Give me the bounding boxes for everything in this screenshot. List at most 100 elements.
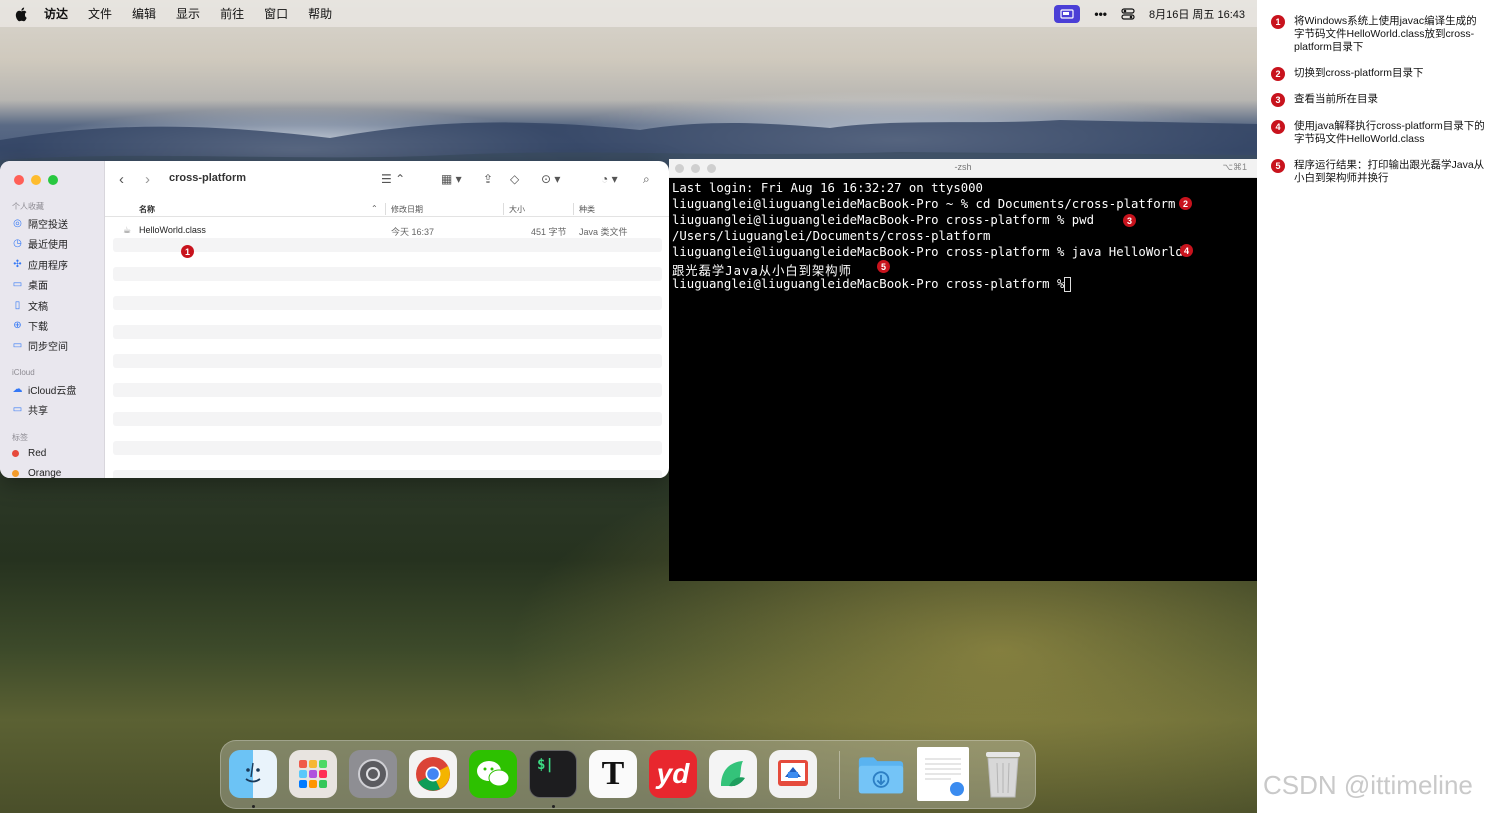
system-settings-icon[interactable] (349, 750, 397, 798)
sidebar-item-label: 应用程序 (28, 260, 68, 272)
tag-icon[interactable]: ◇ (510, 172, 519, 186)
menu-edit[interactable]: 编辑 (132, 5, 156, 22)
sidebar-item-recents[interactable]: ◷ 最近使用 (12, 236, 68, 251)
terminal-line: /Users/liuguanglei/Documents/cross-platf… (672, 229, 991, 243)
menu-window[interactable]: 窗口 (264, 5, 288, 22)
sidebar-item-shared[interactable]: ▭ 共享 (12, 402, 48, 417)
shared-folder-icon: ▭ (12, 403, 23, 415)
running-indicator (552, 805, 555, 808)
sidebar-item-label: 桌面 (28, 280, 48, 292)
terminal-titlebar: -zsh ⌥⌘1 (669, 159, 1257, 178)
sidebar-item-desktop[interactable]: ▭ 桌面 (12, 277, 48, 292)
file-kind: Java 类文件 (579, 227, 628, 237)
control-center-icon[interactable] (1121, 7, 1135, 20)
terminal-line: liuguanglei@liuguangleideMacBook-Pro ~ %… (672, 197, 1176, 211)
sidebar-item-airdrop[interactable]: ◎ 隔空投送 (12, 216, 68, 231)
typora-icon[interactable]: T (589, 750, 637, 798)
more-icon[interactable]: ••• (1094, 7, 1107, 21)
terminal-title: -zsh (954, 162, 972, 172)
finder-content: ‹ › cross-platform ☰ ⌃ ▦ ▾ ⇪ ◇ ⊙ ▾ ◔ ▾ ⌕… (105, 161, 669, 478)
menu-go[interactable]: 前往 (220, 5, 244, 22)
column-name[interactable]: 名称 (139, 204, 155, 215)
screen-mirroring-icon[interactable] (1054, 4, 1081, 23)
share-icon[interactable]: ⇪ (483, 172, 493, 186)
list-view-icon[interactable]: ☰ ⌃ (381, 172, 405, 186)
zoom-button[interactable] (48, 175, 58, 185)
sidebar-item-label: iCloud云盘 (28, 385, 77, 397)
finder-window: 个人收藏 ◎ 隔空投送 ◷ 最近使用 ✣ 应用程序 ▭ 桌面 ▯ 文稿 ⊕ 下载 ▭ 同步空间… (0, 161, 669, 478)
trash-icon[interactable] (979, 750, 1027, 798)
airdrop-share-icon[interactable]: ◔ ▾ (601, 172, 618, 186)
download-icon: ⊕ (13, 319, 22, 331)
column-divider[interactable] (385, 203, 386, 215)
red-tag-dot (12, 449, 19, 457)
sidebar-item-documents[interactable]: ▯ 文稿 (12, 298, 48, 313)
minimize-button[interactable] (31, 175, 41, 185)
annotation-badge-5: 5 (877, 260, 890, 273)
menu-finder[interactable]: 访达 (44, 5, 68, 22)
finder-toolbar: ‹ › cross-platform ☰ ⌃ ▦ ▾ ⇪ ◇ ⊙ ▾ ◔ ▾ ⌕ (105, 161, 669, 199)
document-icon[interactable] (917, 747, 969, 801)
file-row[interactable]: ☕ HelloWorld.class 今天 16:37 451 字节 Java … (113, 223, 662, 237)
wechat-icon[interactable] (469, 750, 517, 798)
search-icon[interactable]: ⌕ (643, 172, 650, 186)
empty-row (113, 383, 662, 397)
sidebar-item-label: 共享 (28, 405, 48, 417)
column-divider[interactable] (573, 203, 574, 215)
terminal-prompt-line[interactable]: liuguanglei@liuguangleideMacBook-Pro cro… (672, 277, 1072, 291)
sidebar-item-downloads[interactable]: ⊕ 下载 (12, 318, 48, 333)
menubar-clock[interactable]: 8月16日 周五 16:43 (1149, 6, 1245, 22)
column-kind[interactable]: 种类 (579, 204, 595, 215)
menu-bar: 访达 文件 编辑 显示 前往 窗口 帮助 ••• 8月16日 周五 16:43 (0, 0, 1257, 27)
annotation-badge-4: 4 (1180, 244, 1193, 257)
note-text: 使用java解释执行cross-platform目录下的字节码文件HelloWo… (1294, 120, 1485, 145)
sidebar-item-applications[interactable]: ✣ 应用程序 (12, 257, 68, 272)
close-button[interactable] (14, 175, 24, 185)
feishu-icon[interactable] (709, 750, 757, 798)
more-actions-icon[interactable]: ⊙ ▾ (541, 172, 560, 186)
file-name: HelloWorld.class (139, 225, 206, 235)
column-modified[interactable]: 修改日期 (391, 204, 423, 215)
applications-icon: ✣ (13, 258, 22, 270)
running-indicator (252, 805, 255, 808)
downloads-folder-icon[interactable] (857, 750, 905, 798)
annotation-note-5: 5 程序运行结果：打印输出跟光磊学Java从小白到架构师并换行 (1271, 159, 1485, 185)
terminal-window: -zsh ⌥⌘1 Last login: Fri Aug 16 16:32:27… (669, 159, 1257, 581)
menu-view[interactable]: 显示 (176, 5, 200, 22)
icloud-header: iCloud (12, 368, 35, 377)
annotation-panel: 1 将Windows系统上使用javac编译生成的字节码文件HelloWorld… (1257, 0, 1490, 813)
sort-chevron-icon[interactable]: ⌃ (371, 204, 378, 213)
empty-row (113, 325, 662, 339)
menu-help[interactable]: 帮助 (308, 5, 332, 22)
column-divider[interactable] (503, 203, 504, 215)
forward-chevron-icon[interactable]: › (145, 171, 150, 188)
group-icon[interactable]: ▦ ▾ (441, 172, 462, 186)
note-text: 程序运行结果：打印输出跟光磊学Java从小白到架构师并换行 (1294, 159, 1485, 184)
launchpad-icon[interactable] (289, 750, 337, 798)
note-badge: 5 (1271, 159, 1285, 173)
chrome-icon[interactable] (409, 750, 457, 798)
remote-desktop-icon[interactable] (769, 750, 817, 798)
empty-row (113, 470, 662, 478)
column-size[interactable]: 大小 (509, 204, 525, 215)
sidebar-tag-red[interactable]: Red (12, 446, 46, 460)
folder-icon: ▭ (12, 339, 23, 351)
sidebar-tag-orange[interactable]: Orange (12, 466, 61, 478)
apple-icon[interactable] (14, 6, 30, 22)
class-file-icon: ☕ (123, 225, 132, 235)
finder-icon[interactable] (229, 750, 277, 798)
empty-row (113, 238, 662, 252)
empty-row (113, 441, 662, 455)
back-chevron-icon[interactable]: ‹ (119, 171, 124, 188)
sidebar-item-icloud-drive[interactable]: ☁ iCloud云盘 (12, 382, 77, 397)
annotation-note-4: 4 使用java解释执行cross-platform目录下的字节码文件Hello… (1271, 120, 1485, 146)
sidebar-item-sync[interactable]: ▭ 同步空间 (12, 338, 68, 353)
empty-row (113, 354, 662, 368)
sidebar-item-label: 隔空投送 (28, 219, 68, 231)
terminal-icon[interactable]: $| (529, 750, 577, 798)
empty-row (113, 267, 662, 281)
menu-file[interactable]: 文件 (88, 5, 112, 22)
dock: $| T yd (220, 740, 1036, 809)
youdao-icon[interactable]: yd (649, 750, 697, 798)
cloud-icon: ☁ (12, 383, 23, 395)
